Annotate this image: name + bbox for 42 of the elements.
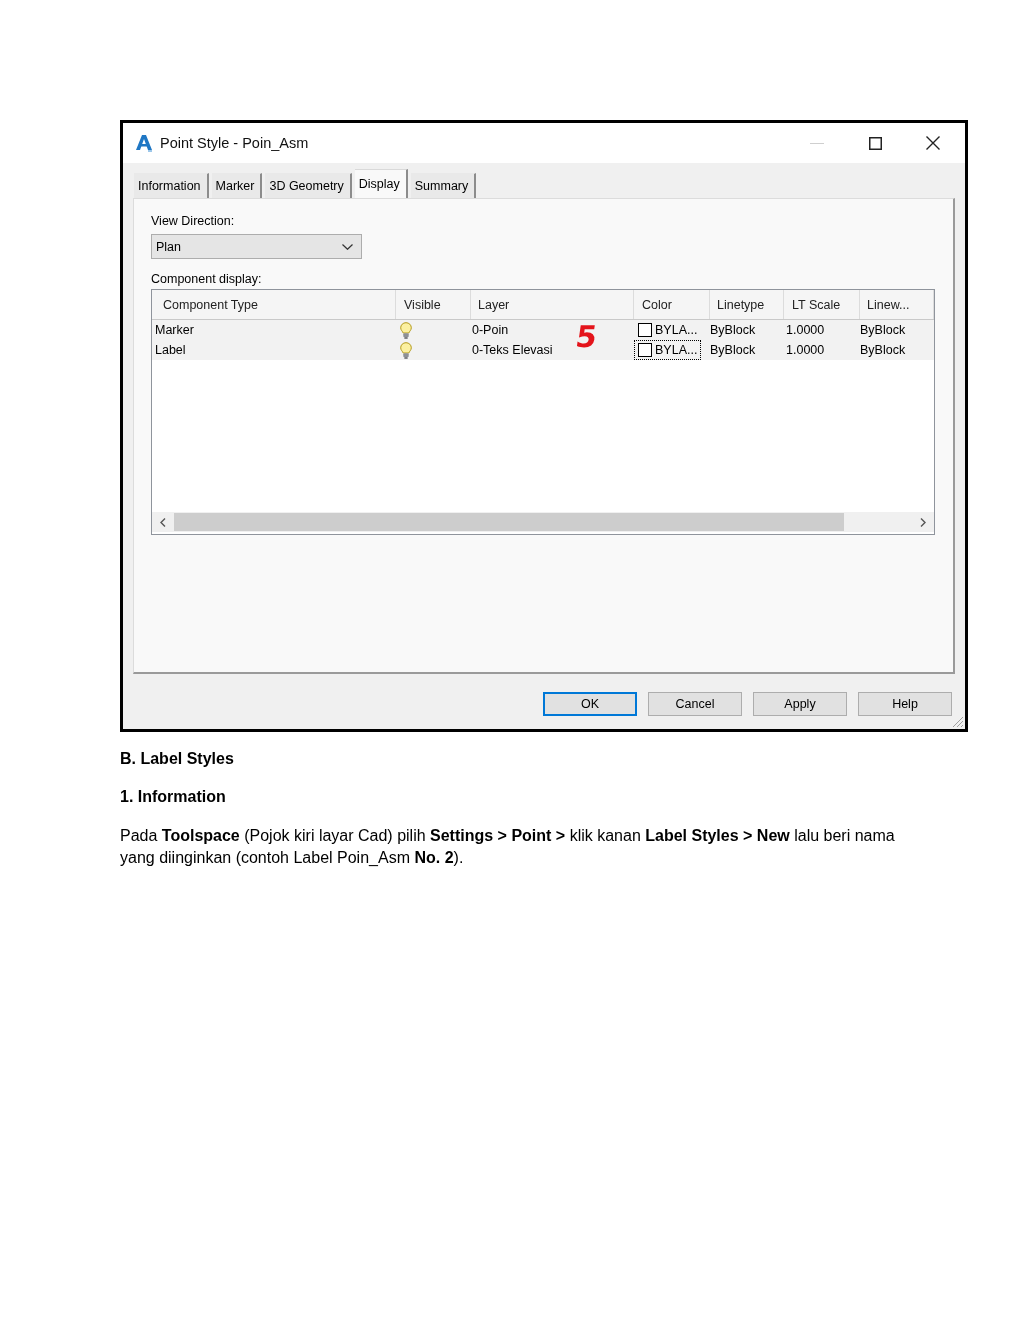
paragraph: Pada Toolspace (Pojok kiri layar Cad) pilih Settings > Point > klik kanan Label Styles > New lalu beri nama yang diinginkan (contoh Label Poin_Asm No. 2). (120, 826, 896, 868)
table-cell: 0-Teks Elevasi (472, 343, 553, 357)
table-cell: Label (155, 343, 186, 357)
color-cell[interactable]: BYLA... (634, 320, 702, 340)
window-title: Point Style - Poin_Asm (160, 135, 309, 151)
color-swatch-icon (638, 323, 652, 337)
maximize-icon (868, 136, 882, 150)
table-cell: ByBlock (710, 343, 756, 357)
app-logo-icon (136, 134, 152, 152)
color-cell[interactable]: BYLA... (634, 340, 702, 360)
field-label: View Direction: (151, 213, 235, 229)
table-cell: 1.0000 (786, 343, 825, 357)
scrollbar-track[interactable] (152, 512, 934, 532)
lightbulb-icon[interactable] (400, 341, 412, 359)
chevron-down-icon (342, 243, 353, 250)
table-cell: 0-Poin (472, 323, 509, 337)
dropdown[interactable]: Plan (151, 234, 362, 259)
scrollbar-thumb[interactable] (174, 513, 844, 531)
table-cell: ByBlock (860, 323, 906, 337)
lightbulb-icon[interactable] (400, 321, 412, 339)
dialog-button[interactable]: OK (543, 692, 637, 716)
tab[interactable]: Marker (211, 173, 263, 198)
subsection-heading: 1. Information (120, 788, 227, 806)
dialog-button[interactable]: Help (858, 692, 952, 716)
chevron-right-icon (920, 517, 926, 527)
table-cell: 1.0000 (786, 323, 825, 337)
dialog-button[interactable]: Apply (753, 692, 847, 716)
color-swatch-icon (638, 343, 652, 357)
dialog-button[interactable]: Cancel (648, 692, 742, 716)
section-heading: B. Label Styles (120, 750, 235, 768)
resize-grip-icon[interactable] (952, 716, 964, 728)
minimize-icon (810, 142, 824, 144)
chevron-left-icon (160, 517, 166, 527)
table-cell: ByBlock (710, 323, 756, 337)
tab[interactable]: Information (134, 173, 209, 198)
table-cell: ByBlock (860, 343, 906, 357)
close-icon (926, 136, 940, 150)
tab[interactable]: 3D Geometry (265, 173, 352, 198)
table-cell: Marker (155, 323, 194, 337)
tab[interactable]: Summary (410, 173, 477, 198)
field-label: Component display: (151, 271, 262, 287)
tab[interactable]: Display (354, 169, 408, 198)
